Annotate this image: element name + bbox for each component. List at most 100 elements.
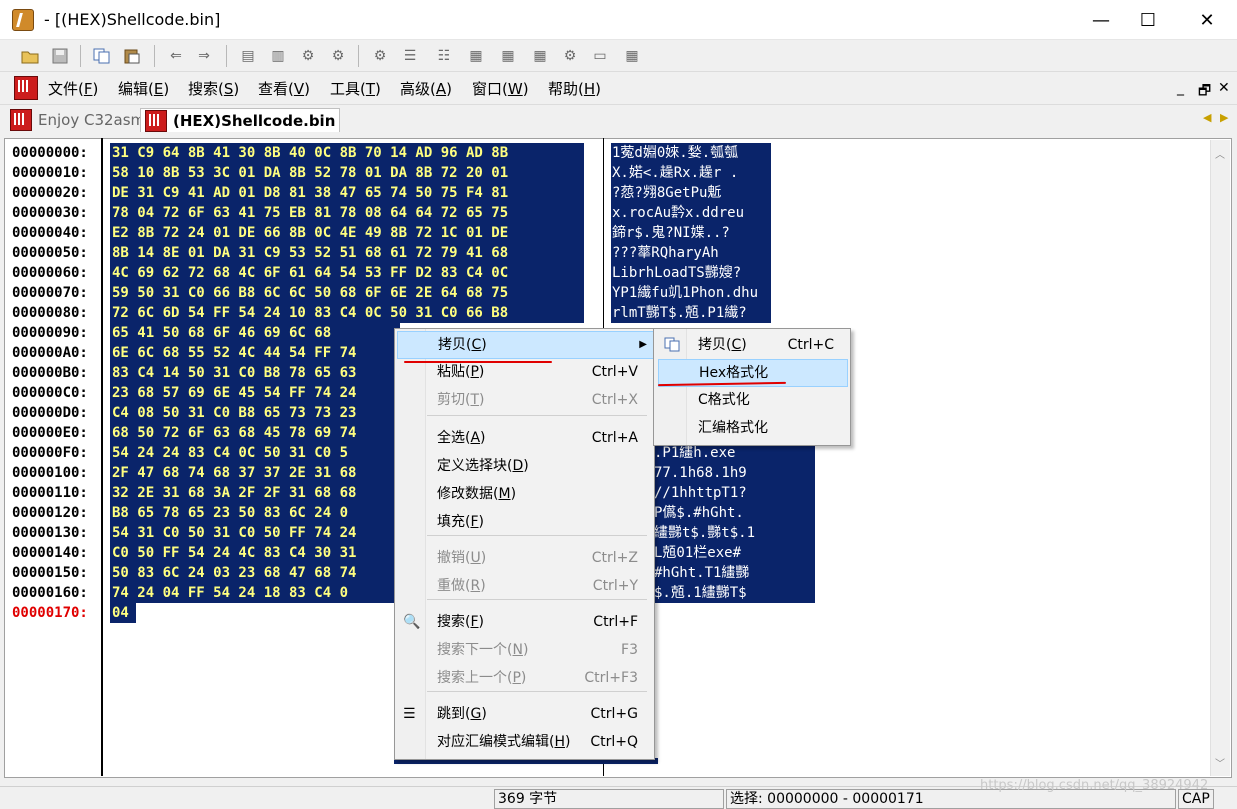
hex-row[interactable]: 4C 69 62 72 68 4C 6F 61 64 54 53 FF D2 8…	[110, 263, 584, 283]
hex-row[interactable]: 74 24 04 FF 54 24 18 83 C4 0	[110, 583, 404, 603]
menu-label-end: )	[522, 80, 529, 98]
cpu-icon[interactable]: ⚙	[560, 46, 580, 66]
minimize-button[interactable]: —	[1078, 0, 1124, 40]
context-menu: 拷贝(C) ▶ 粘贴(P) Ctrl+V 剪切(T) Ctrl+X 全选(A) Ctrl+A 定…	[394, 328, 655, 760]
ascii-row[interactable]: rlmT豒T$.兡.P1繊?	[611, 303, 771, 323]
tab-enjoy-c32asm[interactable]: Enjoy C32asm	[10, 108, 145, 132]
hex-row[interactable]: 04	[110, 603, 136, 623]
window-icon[interactable]: ▭	[590, 46, 610, 66]
menu-window[interactable]: 窗口(W)	[472, 78, 529, 99]
submenu-copy[interactable]: 拷贝(C) Ctrl+C	[658, 332, 846, 358]
row-address: 000000A0:	[12, 345, 88, 361]
context-menu-search[interactable]: 🔍 搜索(F) Ctrl+F	[397, 609, 652, 635]
open-folder-icon[interactable]	[20, 46, 40, 66]
menu-advanced[interactable]: 高级(A)	[400, 78, 452, 99]
ascii-row[interactable]: ???蕐RQharyAh	[611, 243, 771, 263]
context-menu-modify-data[interactable]: 修改数据(M)	[397, 481, 652, 507]
tool-1-icon[interactable]: ▤	[238, 46, 258, 66]
mdi-minimize-button[interactable]: _	[1177, 80, 1184, 96]
hex-row[interactable]: B8 65 78 65 23 50 83 6C 24 0	[110, 503, 404, 523]
back-arrow-icon[interactable]: ⇐	[166, 46, 186, 66]
scroll-down-icon[interactable]: ﹀	[1215, 755, 1225, 770]
ascii-row[interactable]: X.婼<.趮Rx.趮r .	[611, 163, 771, 183]
tool-2-icon[interactable]: ▥	[268, 46, 288, 66]
menu-app-icon[interactable]	[14, 76, 44, 104]
context-menu-copy[interactable]: 拷贝(C) ▶	[397, 331, 654, 359]
hex-row[interactable]: 54 31 C0 50 31 C0 50 FF 74 24	[110, 523, 430, 543]
ascii-row[interactable]: $.兡.1繣豒T$	[653, 583, 815, 603]
menu-tools[interactable]: 工具(T)	[330, 78, 381, 99]
ascii-row[interactable]: 1蒬d婣0婡.媝.瓠瓠	[611, 143, 771, 163]
menu-help[interactable]: 帮助(H)	[548, 78, 601, 99]
forward-arrow-icon[interactable]: ⇒	[194, 46, 214, 66]
hex-row[interactable]: 83 C4 14 50 31 C0 B8 78 65 63	[110, 363, 430, 383]
copy-icon[interactable]	[92, 46, 112, 66]
label-text: C格式化	[698, 392, 750, 408]
save-icon[interactable]	[50, 46, 70, 66]
menu-edit[interactable]: 编辑(E)	[118, 78, 169, 99]
hex-row[interactable]: 23 68 57 69 6E 45 54 FF 74 24	[110, 383, 430, 403]
vertical-scrollbar[interactable]: ︿ ﹀	[1210, 140, 1230, 776]
hex-row[interactable]: 6E 6C 68 55 52 4C 44 54 FF 74	[110, 343, 430, 363]
tab-scroll-left-icon[interactable]: ◀	[1203, 111, 1211, 124]
context-menu-define-block[interactable]: 定义选择块(D)	[397, 453, 652, 479]
hex-row[interactable]: 59 50 31 C0 66 B8 6C 6C 50 68 6F 6E 2E 6…	[110, 283, 584, 303]
hex-row[interactable]: E2 8B 72 24 01 DE 66 8B 0C 4E 49 8B 72 1…	[110, 223, 584, 243]
hex-row[interactable]: 32 2E 31 68 3A 2F 2F 31 68 68	[110, 483, 430, 503]
hex-row[interactable]: 54 24 24 83 C4 0C 50 31 C0 5	[110, 443, 404, 463]
ascii-row[interactable]: P儰$.#hGht.	[653, 503, 815, 523]
submenu-asm-format[interactable]: 汇编格式化	[658, 415, 846, 441]
ascii-row[interactable]: YP1繊fu竌1Phon.dhu	[611, 283, 771, 303]
hex-row[interactable]: 68 50 72 6F 63 68 45 78 69 74	[110, 423, 430, 443]
hex-row[interactable]: 72 6C 6D 54 FF 54 24 10 83 C4 0C 50 31 C…	[110, 303, 584, 323]
hex-row[interactable]: 8B 14 8E 01 DA 31 C9 53 52 51 68 61 72 7…	[110, 243, 584, 263]
align-icon[interactable]: ☷	[434, 46, 454, 66]
app-icon[interactable]	[12, 9, 34, 31]
ascii-row[interactable]: 鍗r$.鬼?NI媟..?	[611, 223, 771, 243]
context-menu-asm-edit[interactable]: 对应汇编模式编辑(H) Ctrl+Q	[397, 729, 652, 755]
menu-file[interactable]: 文件(F)	[48, 78, 98, 99]
row-address: 00000150:	[12, 565, 88, 581]
settings-icon[interactable]: ⚙	[370, 46, 390, 66]
hex-row[interactable]: 2F 47 68 74 68 37 37 2E 31 68	[110, 463, 430, 483]
menu-search[interactable]: 搜索(S)	[188, 78, 239, 99]
ascii-row[interactable]: x.rocAu霒x.ddreu	[611, 203, 771, 223]
hex-row[interactable]: DE 31 C9 41 AD 01 D8 81 38 47 65 74 50 7…	[110, 183, 584, 203]
tool-3-icon[interactable]: ⚙	[298, 46, 318, 66]
hex-file-icon	[145, 109, 167, 132]
ascii-row[interactable]: 繣豒t$.豒t$.1	[653, 523, 815, 543]
grid-1-icon[interactable]: ▦	[466, 46, 486, 66]
maximize-button[interactable]: ☐	[1125, 0, 1171, 40]
hex-row[interactable]: 65 41 50 68 6F 46 69 6C 68	[110, 323, 400, 343]
ascii-row[interactable]: ?葾?翙8GetPu鬿	[611, 183, 771, 203]
tab-scroll-right-icon[interactable]: ▶	[1220, 111, 1228, 124]
mdi-close-button[interactable]: ✕	[1218, 80, 1230, 96]
list-icon[interactable]: ☰	[400, 46, 420, 66]
ascii-row[interactable]: .P1繣h.exe	[653, 443, 815, 463]
tool-4-icon[interactable]: ⚙	[328, 46, 348, 66]
paste-icon[interactable]	[122, 46, 142, 66]
ascii-row[interactable]: //1hhttpT1?	[653, 483, 815, 503]
ascii-row[interactable]: 77.1h68.1h9	[653, 463, 815, 483]
menu-view[interactable]: 查看(V)	[258, 78, 310, 99]
ascii-row[interactable]: #hGht.T1繣豒	[653, 563, 815, 583]
hex-row[interactable]: 50 83 6C 24 03 23 68 47 68 74	[110, 563, 430, 583]
grid-2-icon[interactable]: ▦	[498, 46, 518, 66]
submenu-c-format[interactable]: C格式化	[658, 387, 846, 413]
close-button[interactable]: ✕	[1184, 0, 1230, 40]
grid-3-icon[interactable]: ▦	[530, 46, 550, 66]
mdi-restore-button[interactable]: 🗗	[1198, 80, 1211, 104]
scroll-up-icon[interactable]: ︿	[1215, 146, 1225, 161]
ascii-row[interactable]: L兡01栏exe#	[653, 543, 815, 563]
table-icon[interactable]: ▦	[622, 46, 642, 66]
ascii-row[interactable]: LibrhLoadTS豒嫂?	[611, 263, 771, 283]
hex-row[interactable]: C4 08 50 31 C0 B8 65 73 73 23	[110, 403, 430, 423]
hex-row[interactable]: 78 04 72 6F 63 41 75 EB 81 78 08 64 64 7…	[110, 203, 584, 223]
hex-row[interactable]: C0 50 FF 54 24 4C 83 C4 30 31	[110, 543, 430, 563]
tab-shellcode[interactable]: (HEX)Shellcode.bin	[140, 108, 341, 132]
context-menu-fill[interactable]: 填充(F)	[397, 509, 652, 535]
context-menu-goto[interactable]: ☰ 跳到(G) Ctrl+G	[397, 701, 652, 727]
context-menu-select-all[interactable]: 全选(A) Ctrl+A	[397, 425, 652, 451]
hex-row[interactable]: 31 C9 64 8B 41 30 8B 40 0C 8B 70 14 AD 9…	[110, 143, 584, 163]
hex-row[interactable]: 58 10 8B 53 3C 01 DA 8B 52 78 01 DA 8B 7…	[110, 163, 584, 183]
